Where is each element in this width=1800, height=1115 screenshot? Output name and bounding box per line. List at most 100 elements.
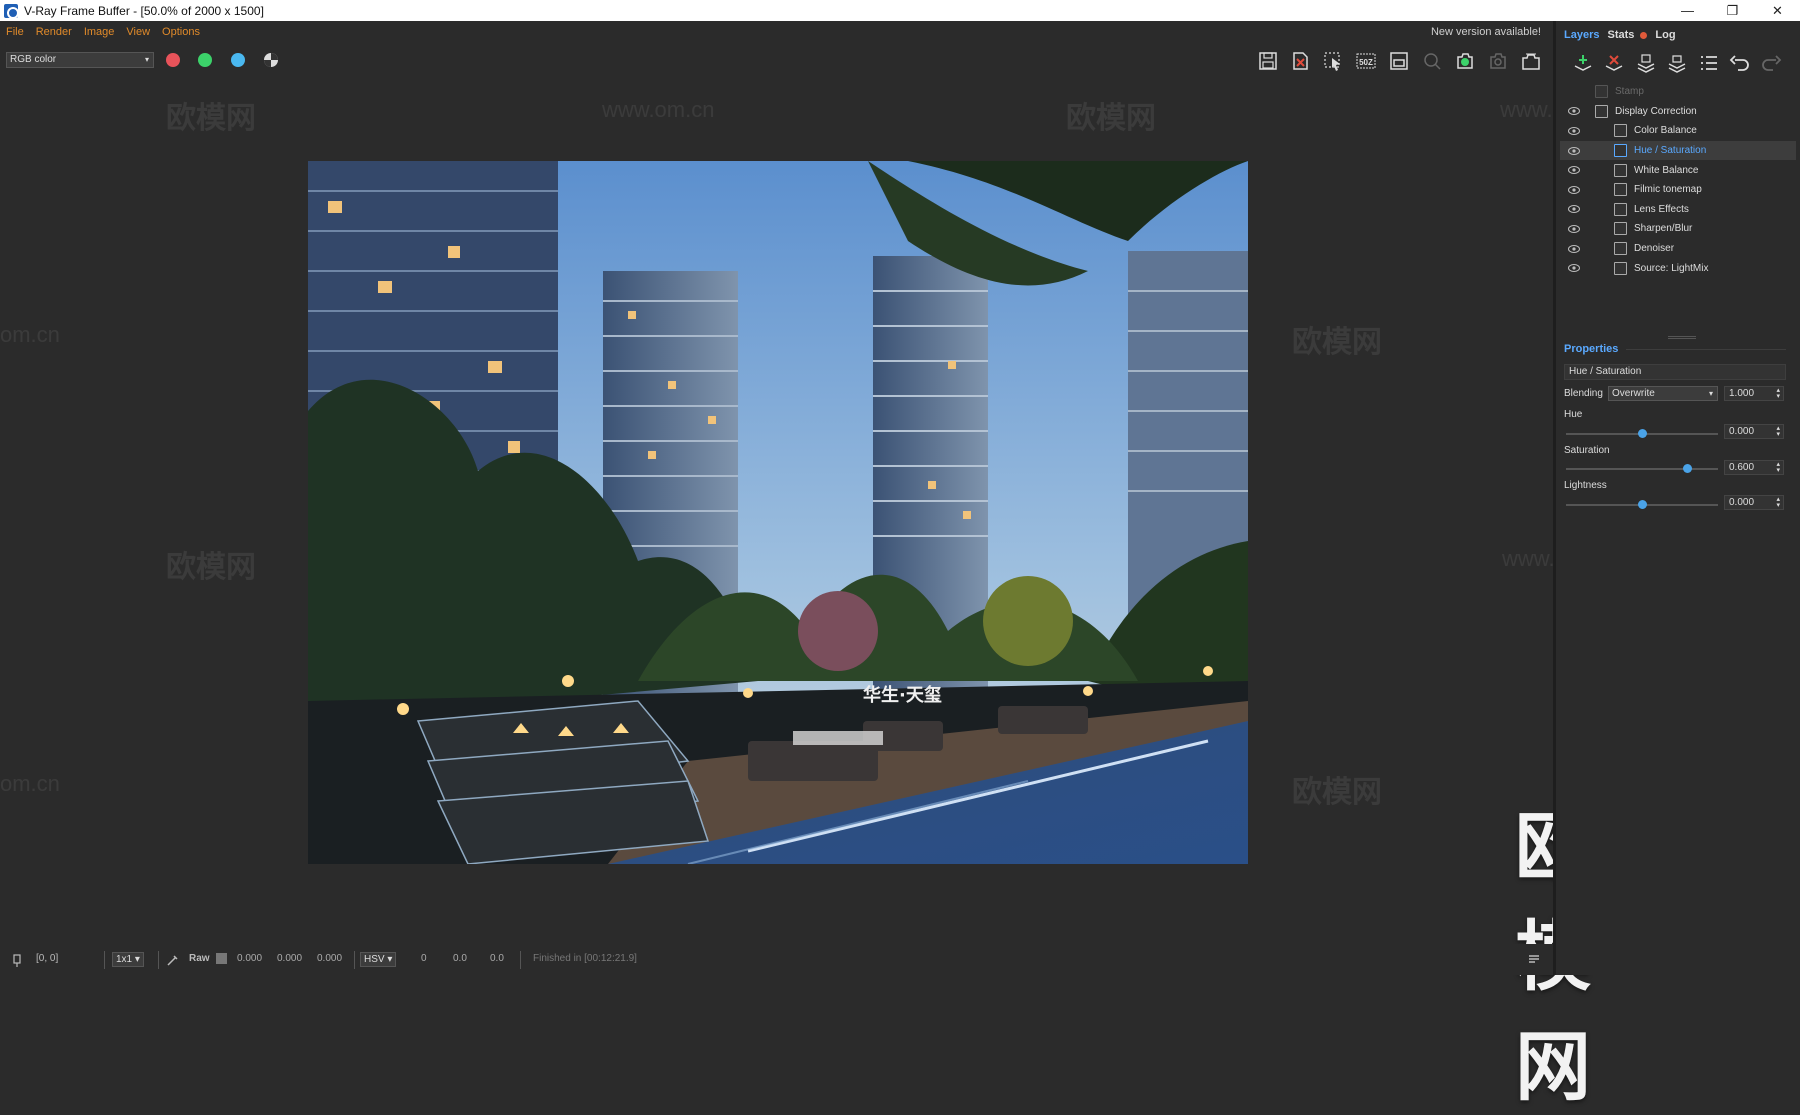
layer-toolbar [1556, 50, 1800, 76]
save-layers-icon[interactable] [1635, 52, 1657, 74]
menu-view[interactable]: View [126, 26, 150, 38]
blue-channel-button[interactable] [231, 53, 245, 67]
save-icon[interactable] [1256, 49, 1280, 73]
undo-icon[interactable] [1729, 52, 1751, 74]
layer-row-color-balance[interactable]: Color Balance [1560, 121, 1796, 141]
layer-list-icon[interactable] [1698, 52, 1720, 74]
spinner-icon[interactable]: ▴ ▾ [1776, 387, 1780, 400]
spinner-icon[interactable]: ▴ ▾ [1776, 425, 1780, 438]
delete-layer-icon[interactable] [1603, 52, 1625, 74]
render-viewport[interactable]: 欧模网 www.om.cn 欧模网 www. om.cn 欧模网 欧模网 www… [0, 79, 1614, 1110]
rgb-g-value: 0.000 [277, 953, 303, 964]
menu-render[interactable]: Render [36, 26, 72, 38]
sample-size-select[interactable]: 1x1 ▾ [112, 952, 144, 967]
divider [1626, 349, 1786, 350]
properties-title: Properties [1564, 343, 1619, 355]
render-icon[interactable] [1453, 49, 1477, 73]
eye-icon[interactable] [1568, 224, 1580, 233]
stop-render-icon[interactable] [1519, 49, 1543, 73]
blending-amount-field[interactable]: 1.000 ▴ ▾ [1724, 386, 1784, 401]
spinner-icon[interactable]: ▴ ▾ [1776, 461, 1780, 474]
render-interactive-icon[interactable] [1486, 49, 1510, 73]
alpha-channel-button[interactable] [264, 53, 278, 67]
layer-row-filmic-tonemap[interactable]: Filmic tonemap [1560, 180, 1796, 200]
side-panel: Layers Stats Log Stamp Display Correctio… [1556, 21, 1800, 975]
saturation-slider-knob[interactable] [1683, 464, 1693, 473]
layer-name: Sharpen/Blur [1634, 223, 1693, 235]
layer-list: Stamp Display Correction Color Balance H… [1560, 82, 1796, 278]
layer-name: Display Correction [1615, 105, 1697, 117]
menu-bar: File Render Image View Options New versi… [0, 21, 1555, 43]
tab-layers[interactable]: Layers [1564, 29, 1599, 41]
layer-row-lightmix[interactable]: Source: LightMix [1560, 258, 1796, 278]
clear-icon[interactable] [1288, 49, 1312, 73]
spinner-icon[interactable]: ▴ ▾ [1776, 496, 1780, 509]
channel-select[interactable]: RGB color ▾ [6, 52, 154, 68]
watermark-url: om.cn [0, 322, 60, 347]
eye-icon[interactable] [1568, 264, 1580, 273]
tab-log[interactable]: Log [1655, 29, 1675, 41]
track-mouse-icon[interactable] [1420, 49, 1444, 73]
green-channel-button[interactable] [198, 53, 212, 67]
eye-icon[interactable] [1568, 166, 1580, 175]
saturation-slider[interactable] [1566, 464, 1718, 473]
tab-stats[interactable]: Stats [1607, 29, 1634, 41]
layer-name: Filmic tonemap [1634, 184, 1702, 196]
layer-row-hue-saturation[interactable]: Hue / Saturation [1560, 140, 1796, 161]
hsv-h-value: 0 [421, 953, 427, 964]
eye-icon[interactable] [1568, 126, 1580, 135]
restore-button[interactable]: ❐ [1710, 0, 1755, 21]
layer-row-white-balance[interactable]: White Balance [1560, 160, 1796, 180]
hue-value: 0.000 [1729, 426, 1755, 437]
status-bar: [0, 0] 1x1 ▾ Raw 0.000 0.000 0.000 HSV ▾… [0, 944, 1553, 975]
blending-mode-select[interactable]: Overwrite ▾ [1608, 386, 1718, 401]
layer-name: Stamp [1615, 86, 1644, 98]
lightness-value-field[interactable]: 0.000 ▴ ▾ [1724, 495, 1784, 510]
eye-icon[interactable] [1568, 185, 1580, 194]
render-time: Finished in [00:12:21.9] [533, 953, 637, 964]
log-toggle-icon[interactable] [1528, 953, 1540, 968]
watermark-cn: 欧模网 [1292, 326, 1382, 359]
layer-row-display-correction[interactable]: Display Correction [1560, 102, 1796, 122]
hue-slider-knob[interactable] [1637, 429, 1647, 438]
saturation-value-field[interactable]: 0.600 ▴ ▾ [1724, 460, 1784, 475]
lightness-value: 0.000 [1729, 497, 1755, 508]
hue-value-field[interactable]: 0.000 ▴ ▾ [1724, 424, 1784, 439]
red-channel-button[interactable] [166, 53, 180, 67]
watermark-cn: 欧模网 [1292, 776, 1382, 809]
layer-row-lens-effects[interactable]: Lens Effects [1560, 200, 1796, 220]
region-select-icon[interactable] [1321, 49, 1345, 73]
layer-name: Lens Effects [1634, 203, 1689, 215]
menu-image[interactable]: Image [84, 26, 115, 38]
watermark-cn: 欧模网 [166, 102, 256, 135]
new-version-link[interactable]: New version available! [1431, 26, 1541, 38]
pin-icon[interactable] [12, 953, 26, 970]
lightness-slider[interactable] [1566, 500, 1718, 509]
saturation-value: 0.600 [1729, 462, 1755, 473]
eye-icon[interactable] [1568, 205, 1580, 214]
minimize-button[interactable]: — [1665, 0, 1710, 21]
hue-slider[interactable] [1566, 429, 1718, 438]
eye-icon[interactable] [1568, 107, 1580, 116]
watermark-cn: 欧模网 [1066, 102, 1156, 135]
tonemap-icon [1614, 183, 1627, 197]
layer-row-stamp[interactable]: Stamp [1560, 82, 1796, 102]
add-layer-icon[interactable] [1572, 52, 1594, 74]
lightmix-icon [1614, 261, 1627, 275]
load-layers-icon[interactable] [1666, 52, 1688, 74]
eye-icon[interactable] [1568, 146, 1580, 155]
selected-layer-name: Hue / Saturation [1564, 364, 1786, 380]
menu-options[interactable]: Options [162, 26, 200, 38]
blending-mode-value: Overwrite [1612, 388, 1655, 399]
eye-icon[interactable] [1568, 244, 1580, 253]
layer-row-sharpen-blur[interactable]: Sharpen/Blur [1560, 219, 1796, 239]
lightness-slider-knob[interactable] [1637, 500, 1647, 509]
layer-row-denoiser[interactable]: Denoiser [1560, 239, 1796, 259]
menu-file[interactable]: File [6, 26, 24, 38]
color-picker-icon[interactable] [166, 953, 180, 970]
close-button[interactable]: ✕ [1755, 0, 1800, 21]
redo-icon[interactable] [1760, 52, 1782, 74]
frame-icon[interactable] [1387, 49, 1411, 73]
colorspace-select[interactable]: HSV ▾ [360, 952, 397, 967]
zoom-50-icon[interactable]: 50Z [1354, 49, 1378, 73]
